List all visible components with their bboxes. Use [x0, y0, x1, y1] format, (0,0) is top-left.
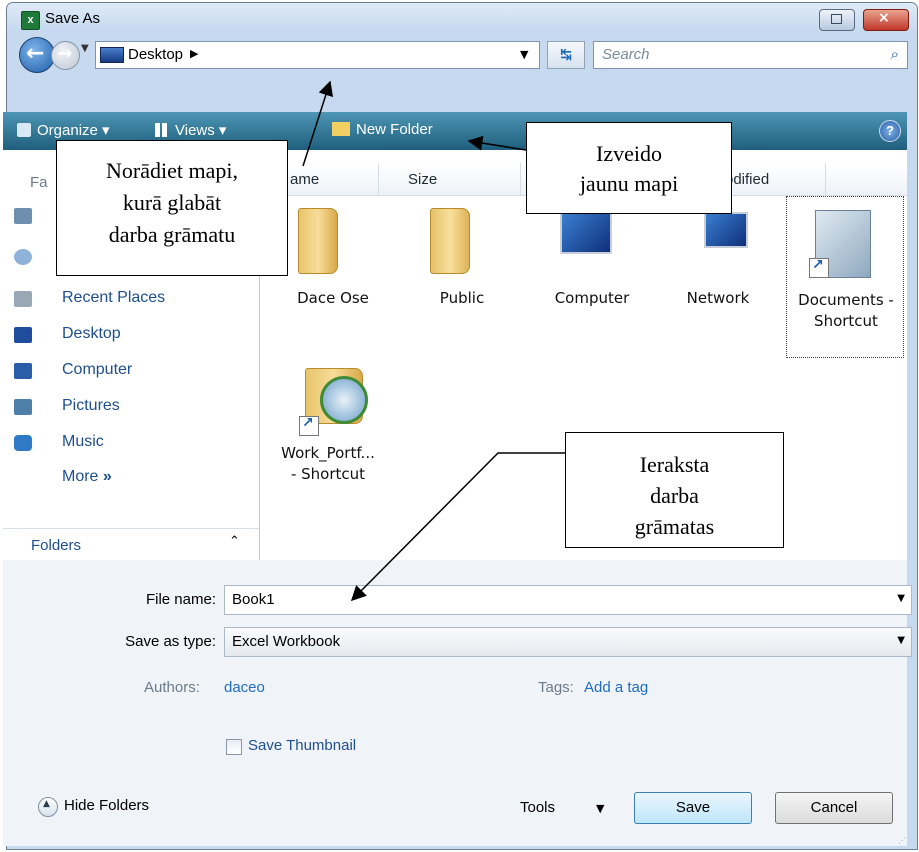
annotation-arrows: [302, 80, 565, 602]
arrow-to-file-name: [350, 452, 565, 602]
arrow-to-new-folder: [467, 135, 527, 151]
arrow-to-address-bar: [302, 80, 334, 167]
